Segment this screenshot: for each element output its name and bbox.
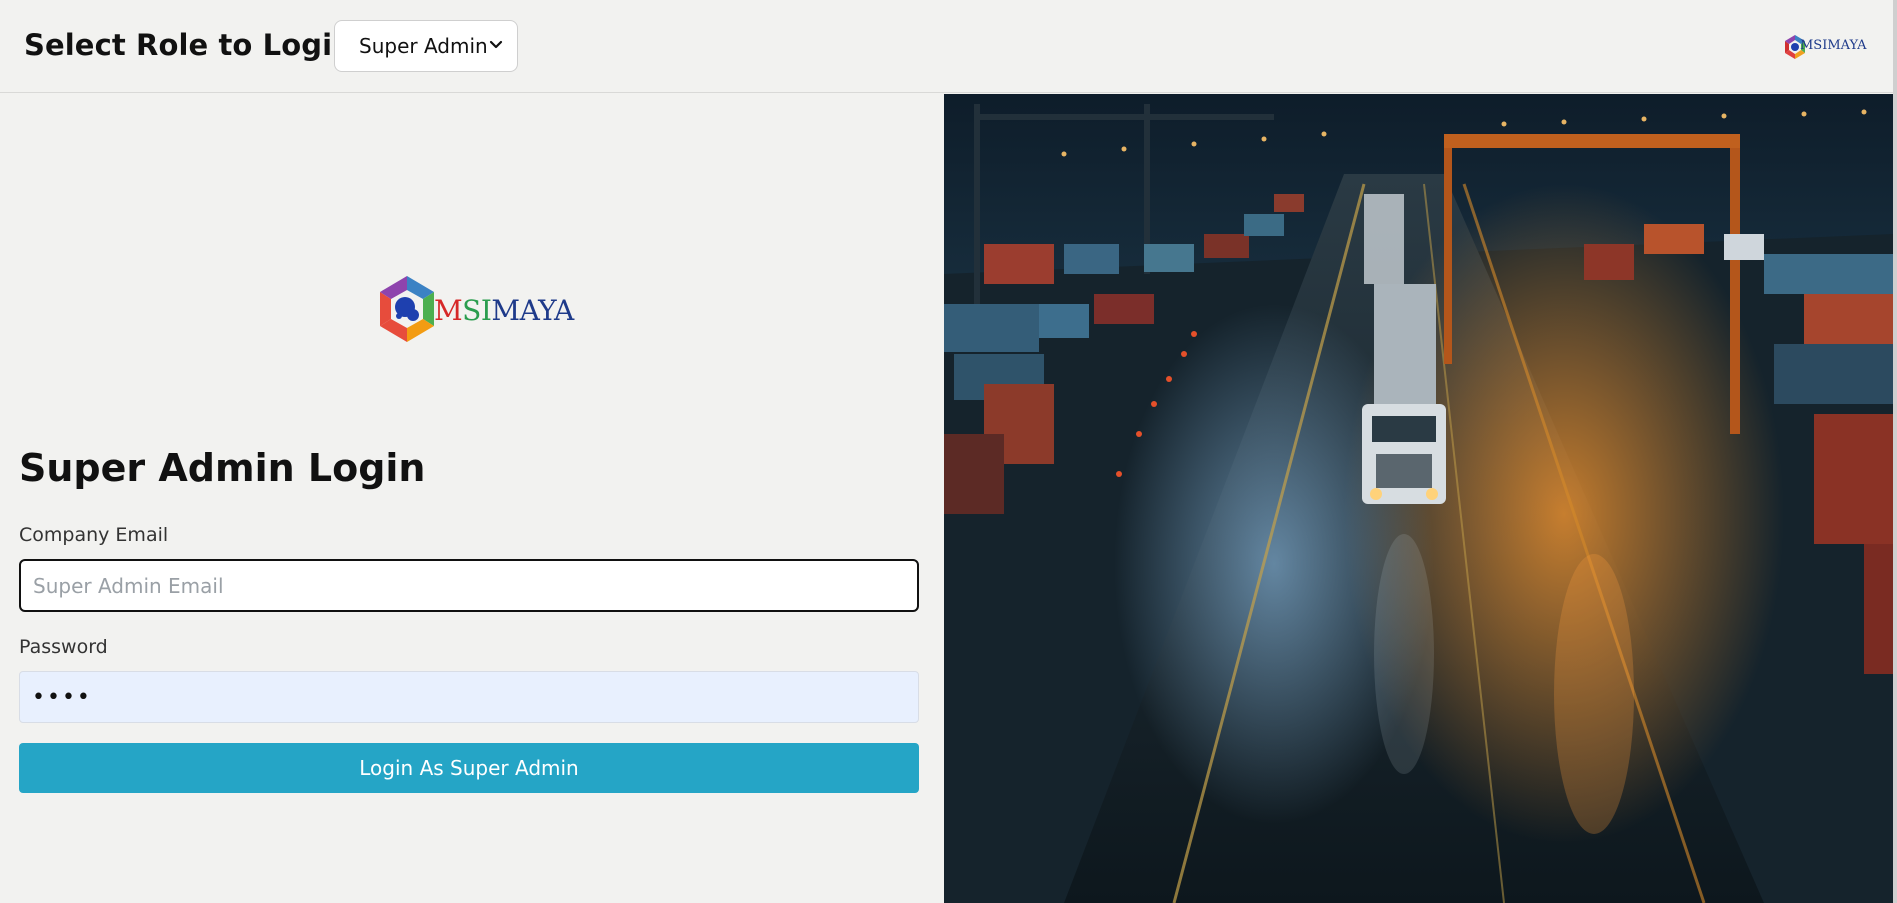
brand-logo-text: MSIMAYA	[434, 294, 574, 327]
page-title: Select Role to Login	[24, 28, 353, 62]
header-bar: Select Role to Login Super Admin MSIMAYA	[0, 0, 1897, 93]
scrollbar[interactable]	[1893, 0, 1897, 903]
role-select[interactable]: Super Admin	[334, 20, 518, 72]
login-heading: Super Admin Login	[19, 446, 426, 490]
brand-logo-small-text: MSIMAYA	[1800, 38, 1867, 53]
password-label: Password	[19, 636, 108, 658]
hero-image	[944, 94, 1893, 903]
password-field[interactable]	[19, 671, 919, 723]
chevron-down-icon	[489, 40, 503, 49]
login-button[interactable]: Login As Super Admin	[19, 743, 919, 793]
container-port-illustration	[944, 94, 1893, 903]
login-panel: MSIMAYA Super Admin Login Company Email …	[0, 94, 944, 903]
email-field[interactable]	[19, 559, 919, 612]
email-label: Company Email	[19, 524, 169, 546]
role-select-value: Super Admin	[359, 34, 488, 58]
